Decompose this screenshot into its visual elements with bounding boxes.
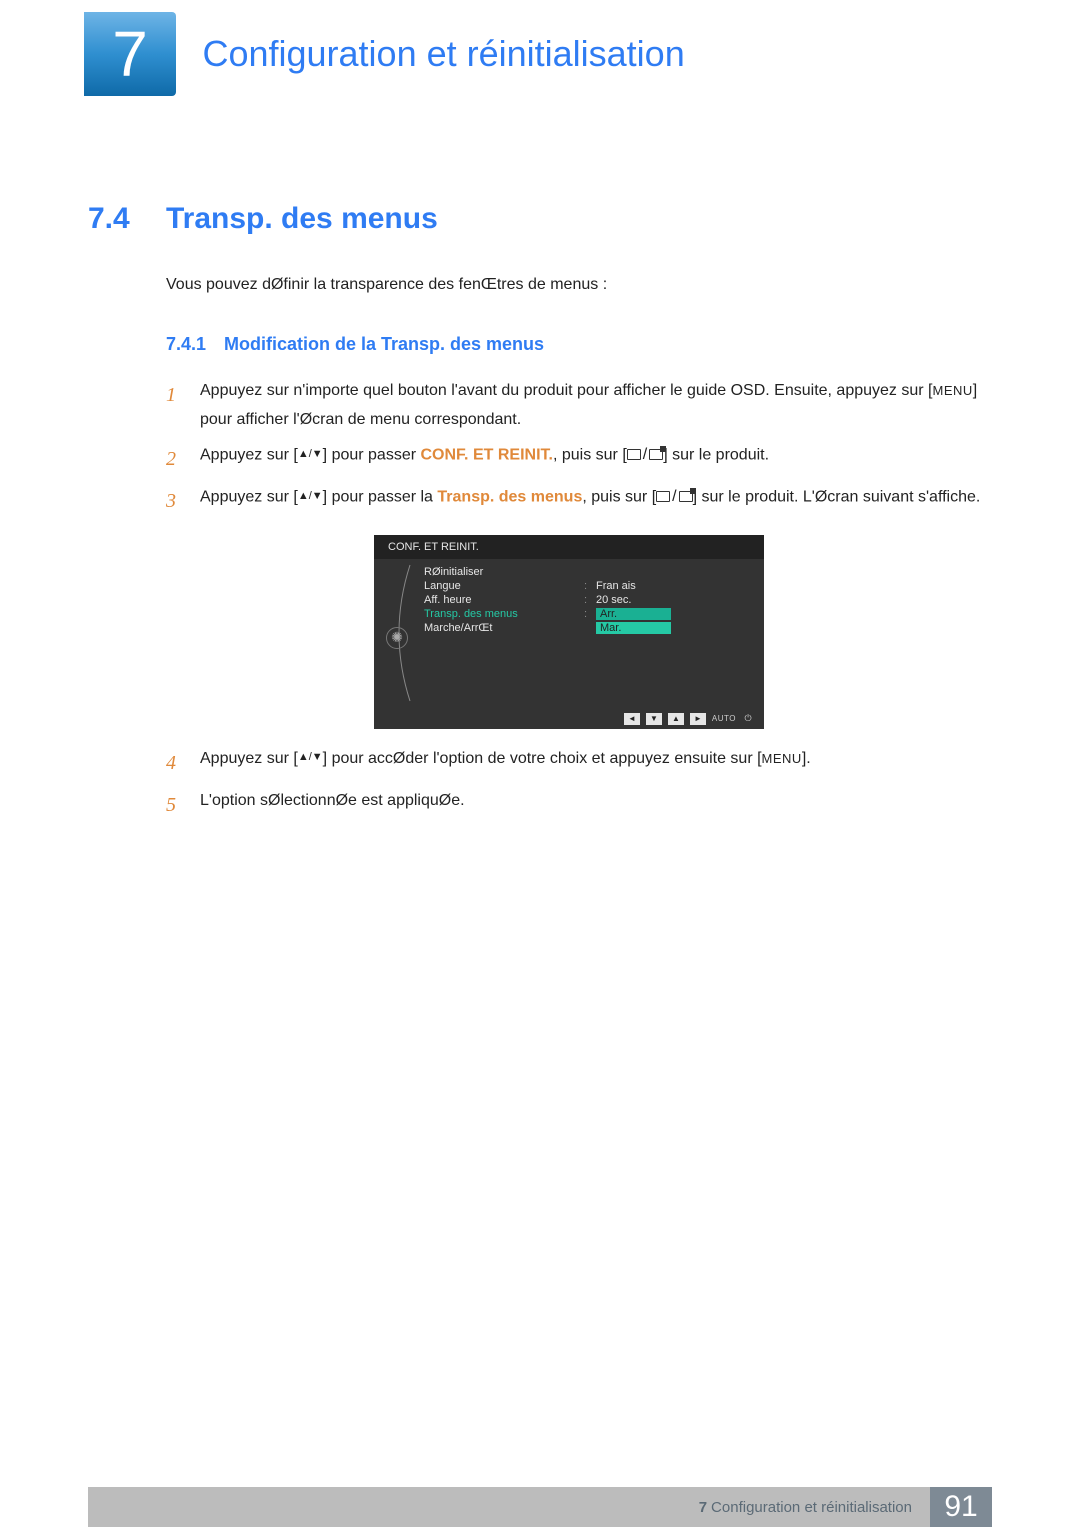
step-1: 1 Appuyez sur n'importe quel bouton l'av… [166,377,992,435]
subsection-title: Modification de la Transp. des menus [224,334,544,355]
osd-footer-controls: ◄ ▼ ▲ ► AUTO ⏻ [624,713,754,725]
inline-menu-label: MENU [932,383,972,398]
subsection-number: 7.4.1 [166,334,224,355]
osd-preview: CONF. ET REINIT. ✺ RØinitialiser Langue … [374,535,764,729]
osd-value-langue: Fran ais [596,580,636,592]
enter-icons: / [656,483,692,512]
page-footer: 7 Configuration et réinitialisation 91 [88,1487,992,1527]
step-text: Appuyez sur n'importe quel bouton l'avan… [200,377,992,435]
step-text: Appuyez sur [▲/▼] pour accØder l'option … [200,745,992,781]
step-4: 4 Appuyez sur [▲/▼] pour accØder l'optio… [166,745,992,781]
osd-menu-list: RØinitialiser Langue Aff. heure Transp. … [424,559,584,705]
osd-value-aff: 20 sec. [596,594,631,606]
step-text: Appuyez sur [▲/▼] pour passer la Transp.… [200,483,992,519]
step-number: 3 [166,483,182,519]
enter-icons: / [627,441,663,470]
footer-chapter-number: 7 [699,1499,707,1516]
inline-menu-label: MENU [762,751,802,766]
steps-list: 1 Appuyez sur n'importe quel bouton l'av… [166,377,992,823]
osd-curve: ✺ [374,559,424,705]
step-text: L'option sØlectionnØe est appliquØe. [200,787,992,823]
screen-icon [656,491,670,502]
screen-plus-icon [649,449,663,460]
osd-auto-label: AUTO [712,714,736,723]
osd-btn-down-icon: ▼ [646,713,662,725]
step-text: Appuyez sur [▲/▼] pour passer CONF. ET R… [200,441,992,477]
step-number: 4 [166,745,182,781]
power-icon: ⏻ [742,713,754,725]
step-2: 2 Appuyez sur [▲/▼] pour passer CONF. ET… [166,441,992,477]
screen-plus-icon [679,491,693,502]
page-number: 91 [930,1487,992,1527]
chapter-header: 7 Configuration et réinitialisation [0,12,1080,112]
osd-btn-left-icon: ◄ [624,713,640,725]
section-number: 7.4 [88,202,166,236]
osd-option-mar: Mar. [596,622,671,634]
osd-item-marche: Marche/ArrŒt [424,621,584,635]
osd-item-reset: RØinitialiser [424,565,584,579]
osd-btn-up-icon: ▲ [668,713,684,725]
step-number: 5 [166,787,182,823]
step-5: 5 L'option sØlectionnØe est appliquØe. [166,787,992,823]
highlight-text: Transp. des menus [437,488,582,505]
step-3: 3 Appuyez sur [▲/▼] pour passer la Trans… [166,483,992,519]
chapter-title: Configuration et réinitialisation [202,12,684,96]
arrow-up-down-icon: ▲/▼ [298,487,323,507]
osd-option-arr: Arr. [596,608,671,620]
arrow-up-down-icon: ▲/▼ [298,445,323,465]
osd-item-transp: Transp. des menus [424,607,584,621]
gear-icon: ✺ [386,627,408,649]
footer-chapter-title: Configuration et réinitialisation [711,1499,912,1516]
osd-btn-right-icon: ► [690,713,706,725]
section-intro: Vous pouvez dØfinir la transparence des … [166,276,992,294]
section-title: Transp. des menus [166,202,438,236]
chapter-number-badge: 7 [84,12,176,96]
highlight-text: CONF. ET REINIT. [421,446,553,463]
screen-icon [627,449,641,460]
step-number: 2 [166,441,182,477]
osd-title: CONF. ET REINIT. [374,535,764,559]
section: 7.4 Transp. des menus Vous pouvez dØfini… [88,202,992,823]
footer-breadcrumb: 7 Configuration et réinitialisation [88,1487,930,1527]
osd-item-langue: Langue [424,579,584,593]
osd-values: :Fran ais :20 sec. :Arr. Mar. [584,559,764,705]
step-number: 1 [166,377,182,435]
arrow-up-down-icon: ▲/▼ [298,748,323,768]
osd-item-aff-heure: Aff. heure [424,593,584,607]
